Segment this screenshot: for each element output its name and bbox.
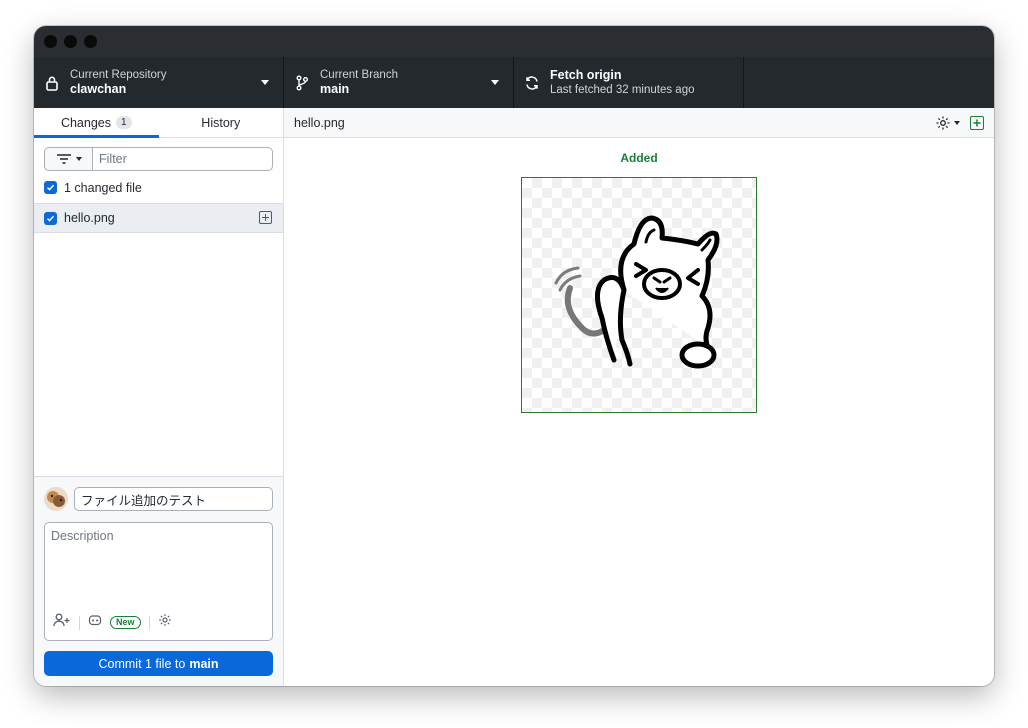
select-all-row: 1 changed file bbox=[34, 176, 283, 204]
toolbar-divider bbox=[148, 615, 150, 630]
gear-icon bbox=[936, 116, 950, 130]
sync-icon bbox=[514, 75, 550, 91]
lock-icon bbox=[34, 75, 70, 91]
fetch-title: Fetch origin bbox=[550, 68, 622, 82]
commit-summary-input[interactable] bbox=[74, 487, 273, 511]
current-branch-button[interactable]: Current Branch main bbox=[284, 57, 514, 108]
minimize-window-button[interactable] bbox=[64, 35, 77, 48]
branch-label: Current Branch bbox=[320, 69, 398, 81]
commit-button-label: Commit 1 file to bbox=[98, 656, 186, 671]
fetch-subtitle: Last fetched 32 minutes ago bbox=[550, 84, 695, 96]
filter-options-button[interactable] bbox=[44, 147, 92, 171]
toolbar: Current Repository clawchan Current Bran… bbox=[34, 57, 994, 108]
checkmark-icon bbox=[46, 184, 55, 191]
chevron-down-icon bbox=[954, 121, 960, 125]
title-bar bbox=[34, 26, 994, 57]
copilot-icon[interactable] bbox=[88, 613, 102, 632]
diff-file-name: hello.png bbox=[294, 115, 345, 130]
toolbar-divider bbox=[79, 615, 80, 630]
diff-status-label: Added bbox=[620, 151, 658, 165]
avatar bbox=[44, 487, 68, 511]
description-toolbar: New bbox=[53, 613, 172, 632]
tab-changes-label: Changes bbox=[60, 115, 111, 130]
image-preview bbox=[521, 177, 757, 413]
chevron-down-icon bbox=[491, 80, 499, 85]
file-added-icon bbox=[259, 211, 272, 224]
gear-icon[interactable] bbox=[158, 613, 172, 632]
filter-icon bbox=[56, 154, 71, 164]
filter-input[interactable] bbox=[92, 147, 273, 171]
file-checkbox[interactable] bbox=[44, 211, 57, 225]
chevron-down-icon bbox=[75, 157, 82, 161]
sidebar-tabs: Changes 1 History bbox=[34, 108, 283, 138]
diff-options-button[interactable] bbox=[935, 115, 960, 131]
commit-panel: New Commit 1 file to main bbox=[34, 476, 283, 686]
diff-header: hello.png bbox=[284, 108, 994, 138]
alpaca-sticker-image bbox=[554, 215, 720, 369]
tab-changes[interactable]: Changes 1 bbox=[34, 108, 159, 138]
file-added-icon bbox=[970, 116, 984, 130]
repository-label: Current Repository bbox=[70, 69, 167, 81]
commit-button-branch: main bbox=[189, 656, 219, 671]
diff-panel: hello.png Added bbox=[284, 108, 994, 686]
select-all-checkbox[interactable] bbox=[44, 181, 57, 194]
current-repository-button[interactable]: Current Repository clawchan bbox=[34, 57, 284, 108]
tab-history-label: History bbox=[201, 115, 241, 130]
filter-row bbox=[34, 142, 283, 176]
checkmark-icon bbox=[46, 215, 55, 222]
tab-history[interactable]: History bbox=[159, 108, 284, 137]
fetch-origin-button[interactable]: Fetch origin Last fetched 32 minutes ago bbox=[514, 57, 744, 108]
changes-count-badge: 1 bbox=[115, 116, 132, 129]
commit-summary-row bbox=[44, 487, 273, 511]
file-name: hello.png bbox=[64, 211, 115, 225]
chevron-down-icon bbox=[261, 80, 269, 85]
app-window: Current Repository clawchan Current Bran… bbox=[34, 26, 994, 686]
commit-button[interactable]: Commit 1 file to main bbox=[44, 651, 273, 676]
zoom-window-button[interactable] bbox=[84, 35, 97, 48]
file-list-item[interactable]: hello.png bbox=[34, 204, 283, 233]
branch-icon bbox=[284, 75, 320, 91]
add-coauthor-icon[interactable] bbox=[53, 613, 71, 632]
branch-name: main bbox=[320, 82, 350, 96]
sidebar: Changes 1 History 1 changed file bbox=[34, 108, 284, 686]
commit-description-input[interactable] bbox=[45, 523, 272, 603]
repository-name: clawchan bbox=[70, 82, 127, 96]
close-window-button[interactable] bbox=[44, 35, 57, 48]
new-badge: New bbox=[110, 616, 141, 629]
changed-files-summary: 1 changed file bbox=[64, 180, 142, 195]
main-area: Changes 1 History 1 changed file bbox=[34, 108, 994, 686]
diff-header-actions bbox=[935, 115, 984, 131]
commit-description-box: New bbox=[44, 522, 273, 641]
